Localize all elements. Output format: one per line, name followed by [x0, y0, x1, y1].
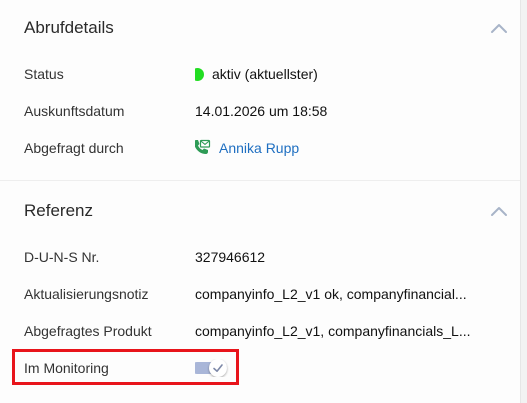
user-link[interactable]: Annika Rupp: [219, 140, 299, 156]
aktualisierungsnotiz-value-wrap: companyinfo_L2_v1 ok, companyfinancial..…: [195, 286, 494, 302]
highlight-box: [12, 349, 239, 385]
aktualisierungsnotiz-label: Aktualisierungsnotiz: [24, 286, 149, 302]
referenz-header[interactable]: Referenz: [24, 196, 509, 226]
status-indicator-icon: [195, 67, 204, 81]
aktualisierungsnotiz-value: companyinfo_L2_v1 ok, companyfinancial..…: [195, 286, 467, 302]
scrollbar[interactable]: [520, 0, 527, 403]
status-row: Status aktiv (aktuellster): [24, 62, 494, 86]
auskunftsdatum-value: 14.01.2026 um 18:58: [195, 103, 328, 119]
referenz-title: Referenz: [24, 201, 93, 220]
duns-row: D-U-N-S Nr. 327946612: [24, 245, 494, 269]
abgefragtes-produkt-row: Abgefragtes Produkt companyinfo_L2_v1, c…: [24, 319, 494, 343]
status-value: aktiv (aktuellster): [195, 66, 494, 82]
status-text: aktiv (aktuellster): [212, 66, 318, 82]
details-panel: Abrufdetails Status aktiv (aktuellster) …: [0, 0, 527, 403]
auskunftsdatum-label: Auskunftsdatum: [24, 103, 125, 119]
duns-label: D-U-N-S Nr.: [24, 249, 100, 265]
phone-email-icon: [195, 138, 211, 158]
abgefragt-durch-label: Abgefragt durch: [24, 140, 124, 156]
abgefragtes-produkt-value: companyinfo_L2_v1, companyfinancials_L..…: [195, 323, 471, 339]
status-label: Status: [24, 66, 64, 82]
abrufdetails-header[interactable]: Abrufdetails: [24, 13, 509, 43]
im-monitoring-value: [195, 359, 494, 377]
section-divider: [0, 180, 521, 181]
aktualisierungsnotiz-row: Aktualisierungsnotiz companyinfo_L2_v1 o…: [24, 282, 494, 306]
duns-value: 327946612: [195, 249, 266, 265]
abgefragtes-produkt-label: Abgefragtes Produkt: [24, 323, 152, 339]
chevron-up-icon[interactable]: [489, 201, 509, 221]
abrufdetails-title: Abrufdetails: [24, 18, 114, 37]
auskunftsdatum-row: Auskunftsdatum 14.01.2026 um 18:58: [24, 99, 494, 123]
chevron-up-icon[interactable]: [489, 18, 509, 38]
abgefragt-durch-value: Annika Rupp: [195, 138, 494, 158]
abgefragt-durch-row: Abgefragt durch Annika Rupp: [24, 136, 494, 160]
abgefragtes-produkt-value-wrap: companyinfo_L2_v1, companyfinancials_L..…: [195, 323, 494, 339]
